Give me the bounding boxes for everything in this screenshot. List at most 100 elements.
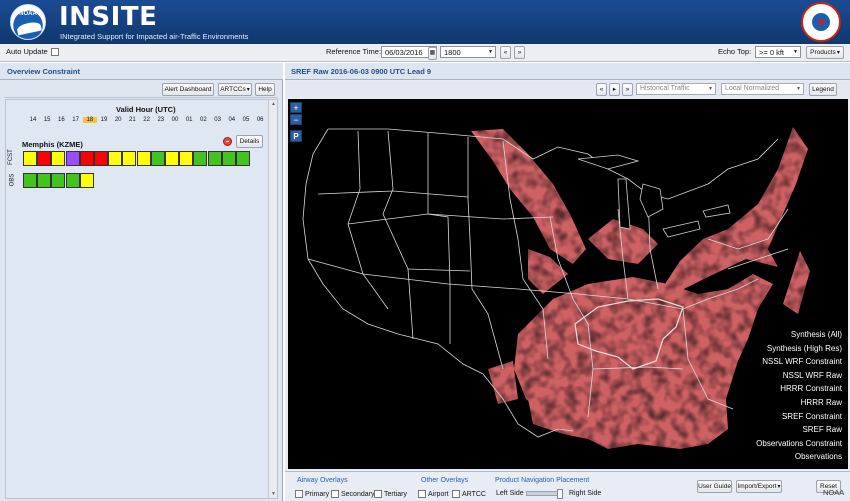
fcst-cell[interactable] [221,151,236,166]
hour-01[interactable]: 01 [182,117,196,123]
tertiary-option[interactable]: Tertiary [374,490,407,498]
details-button[interactable]: Details [236,135,263,148]
fcst-cell[interactable] [236,151,250,166]
import-export-label: Import/Export [737,483,777,490]
fcst-cell[interactable] [65,151,80,166]
hour-15[interactable]: 15 [40,117,54,123]
fcst-cell[interactable] [136,151,151,166]
products-menu-button[interactable]: Products▾ [806,46,844,59]
airway-overlays-label: Airway Overlays [297,477,348,484]
slider-knob[interactable] [557,489,563,499]
fcst-cell[interactable] [37,151,52,166]
product-item[interactable]: NSSL WRF Constraint [756,355,842,369]
fcst-cell[interactable] [94,151,108,166]
auto-update-checkbox[interactable] [50,48,59,57]
reference-hour-select[interactable]: 1800 ▼ [440,46,496,58]
artccs-menu-button[interactable]: ARTCCs▾ [218,83,252,96]
site-name: Memphis (KZME) [22,140,83,149]
hour-17[interactable]: 17 [69,117,83,123]
nws-logo [801,2,841,42]
product-item[interactable]: Synthesis (All) [756,328,842,342]
calendar-icon[interactable]: ▦ [428,47,437,60]
normalization-value: Local Normalized [725,85,780,92]
p-button[interactable]: P [290,130,302,142]
hour-06[interactable]: 06 [253,117,267,123]
secondary-option[interactable]: Secondary [331,490,374,498]
fcst-cell[interactable] [193,151,208,166]
constraint-grid-area: Valid Hour (UTC) 14 15 16 17 18 19 20 21 22 23 00 0… [5,99,278,499]
app-title: INSITE [59,2,158,32]
alert-dashboard-button[interactable]: Alert Dashboard [162,83,214,96]
fcst-cell[interactable] [150,151,165,166]
obs-cell[interactable] [23,173,37,188]
auto-update[interactable]: Auto Update [6,47,59,57]
noaa-logo: NOAA [10,4,46,40]
hour-16[interactable]: 16 [54,117,68,123]
remove-site-icon[interactable] [223,137,232,146]
fcst-cell[interactable] [79,151,94,166]
fcst-cell[interactable] [51,151,66,166]
user-guide-button[interactable]: User Guide [697,480,732,493]
rewind-icon[interactable]: « [500,46,511,59]
secondary-label: Secondary [341,490,375,498]
hour-02[interactable]: 02 [196,117,210,123]
weather-map[interactable]: + − P Synthesis (All) Synthesis (High Res… [288,99,848,469]
hour-18[interactable]: 18 [82,117,97,123]
fcst-cell[interactable] [179,151,194,166]
primary-option[interactable]: Primary [295,490,329,498]
legend-button[interactable]: Legend [809,83,837,96]
fcst-cell[interactable] [207,151,222,166]
historical-traffic-select[interactable]: Historical Traffic ▼ [636,83,716,95]
artcc-option[interactable]: ARTCC [452,490,486,498]
product-item[interactable]: Observations [756,450,842,464]
product-item[interactable]: HRRR Raw [756,396,842,410]
hour-22[interactable]: 22 [140,117,154,123]
airport-label: Airport [428,490,449,498]
hour-20[interactable]: 20 [111,117,125,123]
hour-14[interactable]: 14 [26,117,40,123]
fcst-cell[interactable] [23,151,37,166]
obs-cell[interactable] [51,173,66,188]
hour-19[interactable]: 19 [97,117,111,123]
normalization-select[interactable]: Local Normalized ▼ [721,83,804,95]
fcst-cell[interactable] [108,151,123,166]
hour-00[interactable]: 00 [168,117,182,123]
fcst-cell[interactable] [165,151,179,166]
echo-top-select[interactable]: >= 0 kft ▼ [755,46,801,58]
import-export-button[interactable]: Import/Export▾ [736,480,782,493]
obs-row-label: OBS [9,173,16,187]
help-button[interactable]: Help [255,83,275,96]
fcst-cell[interactable] [122,151,137,166]
rewind-icon[interactable]: « [596,83,607,96]
left-panel-scrollbar[interactable]: ▲ ▼ [268,100,277,498]
obs-cell[interactable] [79,173,94,188]
other-overlays-label: Other Overlays [421,477,469,484]
scroll-down-icon[interactable]: ▼ [270,491,277,497]
hour-03[interactable]: 03 [211,117,225,123]
reference-time-label: Reference Time: [326,47,382,56]
zoom-out-button[interactable]: − [290,114,302,125]
placement-slider[interactable] [526,489,563,499]
app-subtitle: INtegrated Support for Impacted air-Traf… [60,32,249,41]
obs-cell[interactable] [37,173,52,188]
forward-icon[interactable]: » [514,46,525,59]
hour-23[interactable]: 23 [154,117,168,123]
overview-constraint-panel: Overview Constraint Alert Dashboard ARTC… [0,63,283,501]
product-item[interactable]: Observations Constraint [756,437,842,451]
product-item[interactable]: SREF Constraint [756,410,842,424]
product-item[interactable]: HRRR Constraint [756,382,842,396]
hour-05[interactable]: 05 [239,117,253,123]
airport-option[interactable]: Airport [418,490,449,498]
artccs-label: ARTCCs [220,86,246,93]
fast-forward-icon[interactable]: » [622,83,633,96]
primary-label: Primary [305,490,330,498]
product-item[interactable]: Synthesis (High Res) [756,342,842,356]
zoom-in-button[interactable]: + [290,102,302,113]
scroll-up-icon[interactable]: ▲ [270,101,277,107]
hour-21[interactable]: 21 [125,117,139,123]
product-item[interactable]: SREF Raw [756,423,842,437]
play-icon[interactable]: ▸ [609,83,620,96]
obs-cell[interactable] [65,173,80,188]
product-item[interactable]: NSSL WRF Raw [756,369,842,383]
hour-04[interactable]: 04 [225,117,239,123]
